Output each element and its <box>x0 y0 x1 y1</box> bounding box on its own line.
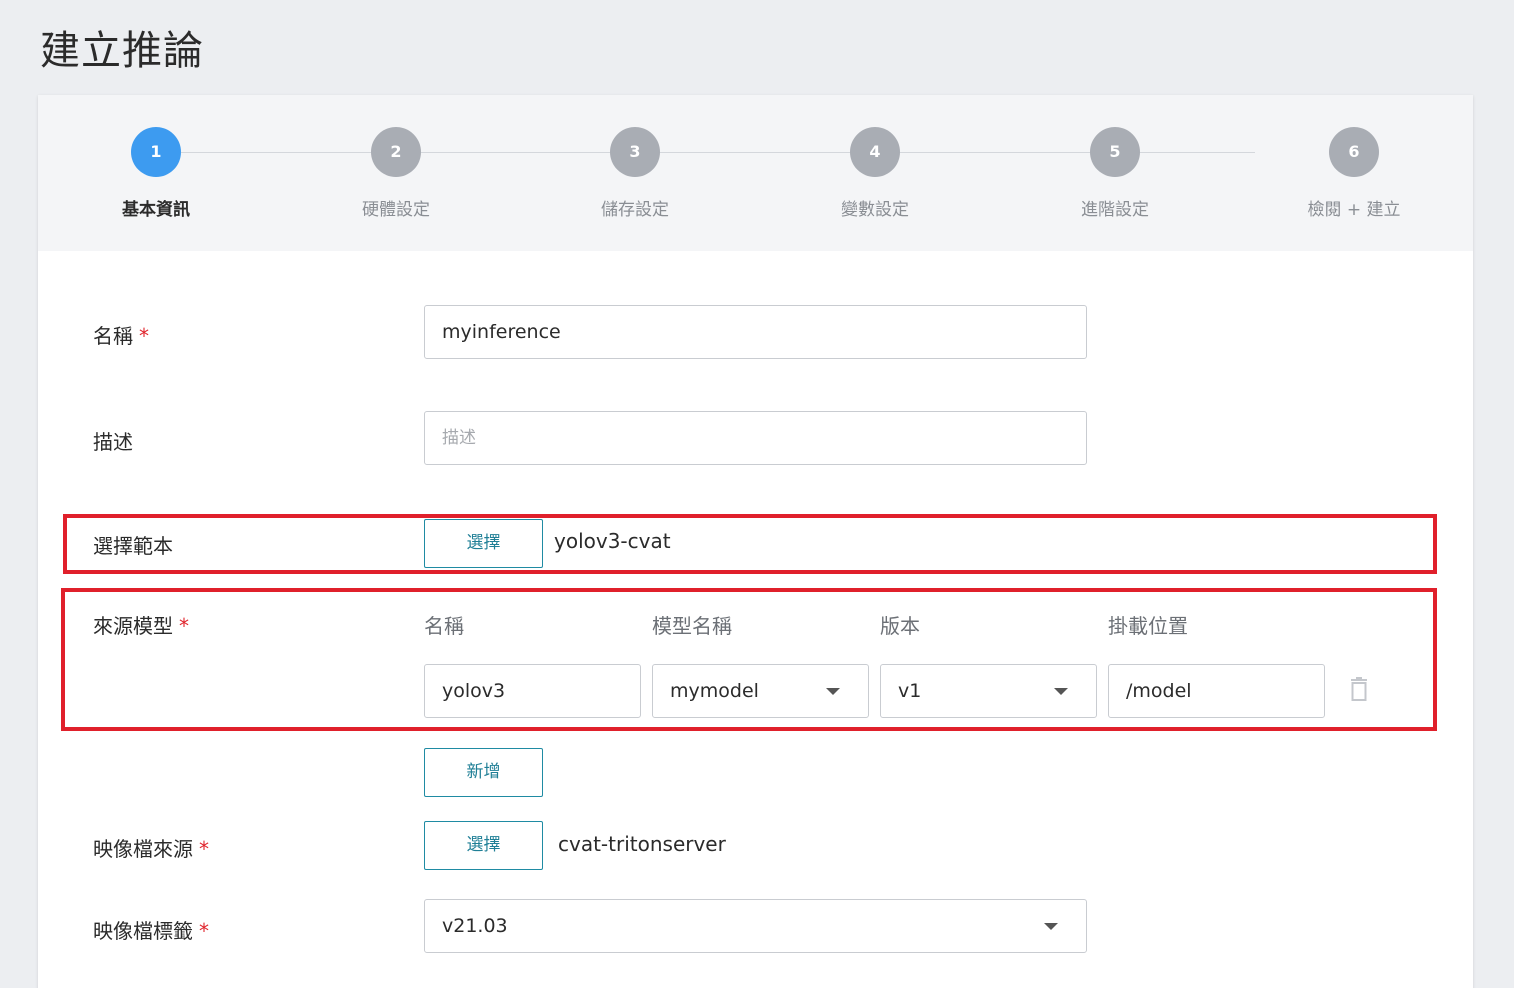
model-name-input[interactable]: yolov3 <box>424 664 641 718</box>
column-header-mount-path: 掛載位置 <box>1108 614 1188 638</box>
step-number: 3 <box>610 127 660 177</box>
step-label: 儲存設定 <box>601 200 669 220</box>
step-storage[interactable]: 3 儲存設定 <box>575 127 695 220</box>
page-title: 建立推論 <box>40 28 204 74</box>
step-number: 2 <box>371 127 421 177</box>
template-highlight-box <box>63 514 1437 574</box>
image-tag-select[interactable]: v21.03 <box>424 899 1087 953</box>
step-number: 1 <box>131 127 181 177</box>
mount-path-input[interactable]: /model <box>1108 664 1325 718</box>
step-label: 基本資訊 <box>122 200 190 220</box>
select-image-button[interactable]: 選擇 <box>424 821 543 870</box>
required-mark: * <box>199 837 209 861</box>
step-hardware[interactable]: 2 硬體設定 <box>336 127 456 220</box>
description-label: 描述 <box>93 430 133 454</box>
select-template-button[interactable]: 選擇 <box>424 519 543 568</box>
step-label: 進階設定 <box>1081 200 1149 220</box>
column-header-name: 名稱 <box>424 614 464 638</box>
name-input[interactable]: myinference <box>424 305 1087 359</box>
step-label: 檢閱 + 建立 <box>1307 200 1401 220</box>
name-label: 名稱 * <box>93 324 149 348</box>
required-mark: * <box>199 919 209 943</box>
selected-template: yolov3-cvat <box>554 529 671 553</box>
description-input[interactable]: 描述 <box>424 411 1087 465</box>
version-select[interactable]: v1 <box>880 664 1097 718</box>
step-label: 變數設定 <box>841 200 909 220</box>
step-review-create[interactable]: 6 檢閱 + 建立 <box>1294 127 1414 220</box>
image-source-label: 映像檔來源 * <box>93 837 209 861</box>
caret-down-icon <box>826 688 840 695</box>
step-number: 4 <box>850 127 900 177</box>
column-header-model-name: 模型名稱 <box>652 614 732 638</box>
required-mark: * <box>139 324 149 348</box>
step-variables[interactable]: 4 變數設定 <box>815 127 935 220</box>
selected-image: cvat-tritonserver <box>558 832 726 856</box>
template-label: 選擇範本 <box>93 534 173 558</box>
required-mark: * <box>179 614 189 638</box>
caret-down-icon <box>1054 688 1068 695</box>
step-number: 5 <box>1090 127 1140 177</box>
image-tag-label: 映像檔標籤 * <box>93 919 209 943</box>
step-number: 6 <box>1329 127 1379 177</box>
trash-icon[interactable] <box>1350 677 1368 701</box>
step-basic-info[interactable]: 1 基本資訊 <box>96 127 216 220</box>
step-label: 硬體設定 <box>362 200 430 220</box>
add-model-button[interactable]: 新增 <box>424 748 543 797</box>
caret-down-icon <box>1044 923 1058 930</box>
create-inference-card: 1 基本資訊 2 硬體設定 3 儲存設定 4 變數設定 5 進階設定 6 檢閱 … <box>38 95 1473 988</box>
step-advanced[interactable]: 5 進階設定 <box>1055 127 1175 220</box>
source-model-label: 來源模型 * <box>93 614 189 638</box>
stepper: 1 基本資訊 2 硬體設定 3 儲存設定 4 變數設定 5 進階設定 6 檢閱 … <box>38 95 1473 251</box>
column-header-version: 版本 <box>880 614 920 638</box>
model-select[interactable]: mymodel <box>652 664 869 718</box>
